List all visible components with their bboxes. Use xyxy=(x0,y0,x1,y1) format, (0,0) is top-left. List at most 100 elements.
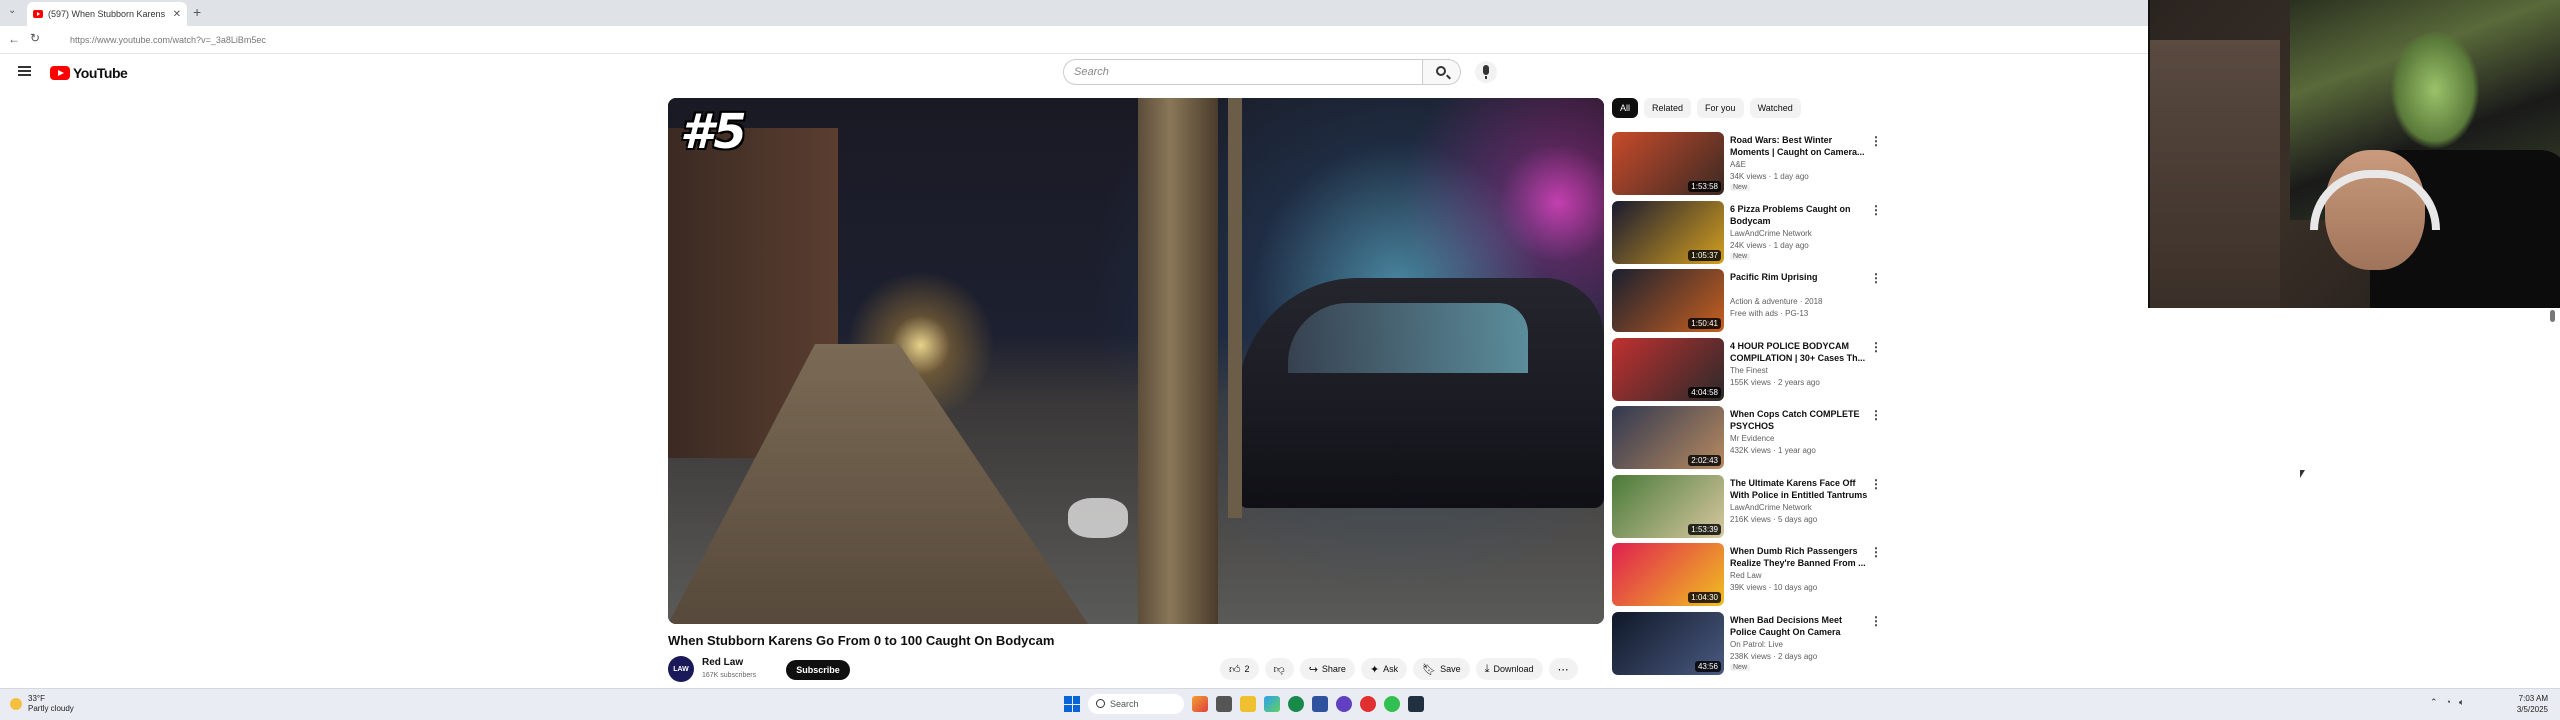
download-label: Download xyxy=(1493,664,1534,674)
recommendation-title[interactable]: Road Wars: Best Winter Moments | Caught … xyxy=(1730,134,1870,158)
recommendation-thumbnail[interactable]: 43:56 xyxy=(1612,611,1724,675)
chrome-browser-icon[interactable] xyxy=(1288,696,1304,712)
channel-avatar[interactable]: LAW xyxy=(668,656,694,682)
browser-tab-bar: ⌄ (597) When Stubborn Karens ✕ + xyxy=(0,0,2148,26)
dislike-button[interactable]: 👎︎ xyxy=(1264,658,1294,680)
more-vertical-icon[interactable]: ⋮ xyxy=(1870,408,1882,422)
recommendation-meta: 238K views · 2 days ago xyxy=(1730,651,1818,661)
recommendation-thumbnail[interactable]: 1:53:39 xyxy=(1612,474,1724,538)
download-icon: ⤓ xyxy=(1484,662,1490,675)
recommendation-title[interactable]: When Bad Decisions Meet Police Caught On… xyxy=(1730,614,1870,638)
recommendation-item[interactable]: 1:50:41 Pacific Rim Uprising Action & adve… xyxy=(1612,269,1892,335)
recommendation-thumbnail[interactable]: 1:04:30 xyxy=(1612,543,1724,606)
chip-related[interactable]: Related xyxy=(1644,98,1692,118)
recommendation-item[interactable]: 4:04:58 4 HOUR POLICE BODYCAM COMPILATION… xyxy=(1612,337,1892,404)
more-actions-button[interactable]: ⋯ xyxy=(1548,658,1578,680)
recommendation-item[interactable]: 1:53:58 Road Wars: Best Winter Moments | … xyxy=(1612,132,1892,198)
recommendation-item[interactable]: 1:05:37 6 Pizza Problems Caught on Bodyca… xyxy=(1612,200,1892,267)
video-utility-pole xyxy=(1138,98,1218,624)
channel-subscriber-count: 167K subscribers xyxy=(702,672,757,679)
recommendation-title[interactable]: Pacific Rim Uprising xyxy=(1730,271,1870,283)
search-icon xyxy=(1436,66,1446,76)
recommendation-thumbnail[interactable]: 1:53:58 xyxy=(1612,132,1724,195)
recommendation-title[interactable]: 4 HOUR POLICE BODYCAM COMPILATION | 30+ … xyxy=(1730,340,1870,364)
recommendation-item[interactable]: 1:04:30 When Dumb Rich Passengers Realize… xyxy=(1612,543,1892,609)
video-player[interactable]: #5 xyxy=(668,98,1604,624)
windows-start-icon[interactable] xyxy=(1064,696,1080,712)
recommendation-title[interactable]: The Ultimate Karens Face Off With Police… xyxy=(1730,477,1870,501)
taskbar-clock[interactable]: 7:03 AM 3/5/2025 xyxy=(2500,693,2548,715)
recommendation-channel: LawAndCrime Network xyxy=(1730,502,1812,512)
recommendation-title[interactable]: When Dumb Rich Passengers Realize They'r… xyxy=(1730,545,1870,569)
subscribe-button[interactable]: Subscribe xyxy=(786,660,850,680)
video-pole-cable xyxy=(1228,98,1242,518)
back-arrow-icon[interactable]: ← xyxy=(8,32,20,46)
new-badge: New xyxy=(1730,663,1751,671)
video-actions: 👍︎ 2 👎︎ ↪ Share ✦ Ask 🔖︎ Save ⤓ Download… xyxy=(1220,658,1578,680)
taskbar-search[interactable]: Search xyxy=(1088,694,1184,714)
search-input[interactable]: Search xyxy=(1063,59,1423,85)
recommendation-meta: Free with ads · PG-13 xyxy=(1730,309,1809,318)
new-tab-icon[interactable]: + xyxy=(193,4,201,20)
recommendation-item[interactable]: 2:02:43 When Cops Catch COMPLETE PSYCHOS M… xyxy=(1612,406,1892,472)
recommendation-thumbnail[interactable]: 1:05:37 xyxy=(1612,200,1724,264)
channel-name[interactable]: Red Law xyxy=(702,657,743,668)
clock-date: 3/5/2025 xyxy=(2516,705,2548,714)
chip-watched[interactable]: Watched xyxy=(1749,98,1801,118)
url-field[interactable]: https://www.youtube.com/watch?v=_3a8LiBm… xyxy=(50,31,2130,49)
widgets-app-icon[interactable] xyxy=(1192,696,1208,712)
recommendation-item[interactable]: 43:56 When Bad Decisions Meet Police Caug… xyxy=(1612,611,1892,678)
chip-all[interactable]: All xyxy=(1612,98,1639,118)
more-vertical-icon[interactable]: ⋮ xyxy=(1870,340,1882,354)
new-badge: New xyxy=(1730,184,1751,191)
tab-list-chevron-icon[interactable]: ⌄ xyxy=(8,5,16,16)
browser-tab-active[interactable]: (597) When Stubborn Karens ✕ xyxy=(27,2,187,26)
more-vertical-icon[interactable]: ⋮ xyxy=(1870,545,1882,559)
ask-button[interactable]: ✦ Ask xyxy=(1360,658,1408,680)
search-button[interactable] xyxy=(1423,59,1461,85)
like-button[interactable]: 👍︎ 2 xyxy=(1220,658,1259,680)
save-button[interactable]: 🔖︎ Save xyxy=(1413,658,1470,680)
recommendation-thumbnail[interactable]: 1:50:41 xyxy=(1612,269,1724,332)
tab-title: (597) When Stubborn Karens xyxy=(48,9,166,19)
youtube-play-icon xyxy=(50,66,70,80)
reload-icon[interactable]: ↻ xyxy=(30,31,40,45)
discord-icon[interactable] xyxy=(1336,696,1352,712)
recommendation-thumbnail[interactable]: 2:02:43 xyxy=(1612,406,1724,469)
scrollbar-thumb[interactable] xyxy=(2550,310,2555,322)
obs-icon[interactable] xyxy=(1360,696,1376,712)
recommendation-title[interactable]: When Cops Catch COMPLETE PSYCHOS xyxy=(1730,408,1870,432)
network-icon[interactable]: ◔ xyxy=(2446,697,2451,708)
recommendation-meta: 155K views · 2 years ago xyxy=(1730,377,1820,387)
tray-overflow-icon[interactable]: ⌃ xyxy=(2430,697,2438,708)
recommendation-thumbnail[interactable]: 4:04:58 xyxy=(1612,337,1724,401)
store-app-icon[interactable] xyxy=(1312,696,1328,712)
download-button[interactable]: ⤓ Download xyxy=(1475,658,1543,680)
more-vertical-icon[interactable]: ⋮ xyxy=(1870,271,1882,285)
video-duration: 43:56 xyxy=(1694,660,1721,672)
tab-close-icon[interactable]: ✕ xyxy=(173,9,181,20)
webcam-flag-leaf-graphic xyxy=(2390,30,2480,150)
task-view-icon[interactable] xyxy=(1216,696,1232,712)
edge-browser-icon[interactable] xyxy=(1264,696,1280,712)
chip-for-you[interactable]: For you xyxy=(1697,98,1744,118)
recommendation-channel: The Finest xyxy=(1730,365,1768,375)
steam-icon[interactable] xyxy=(1408,696,1424,712)
more-vertical-icon[interactable]: ⋮ xyxy=(1870,614,1882,628)
video-trash-bag xyxy=(1068,498,1128,538)
hamburger-menu-icon[interactable] xyxy=(18,66,31,76)
spotify-icon[interactable] xyxy=(1384,696,1400,712)
voice-search-button[interactable] xyxy=(1475,61,1497,83)
page-scrollbar[interactable] xyxy=(2549,310,2557,680)
recommendation-title[interactable]: 6 Pizza Problems Caught on Bodycam xyxy=(1730,203,1870,227)
share-button[interactable]: ↪ Share xyxy=(1299,658,1355,680)
youtube-logo[interactable]: YouTube xyxy=(50,65,128,81)
recommendation-channel: Red Law xyxy=(1730,571,1762,580)
weather-widget[interactable]: 33°F Partly cloudy xyxy=(10,694,74,714)
volume-icon[interactable]: 🔈︎ xyxy=(2459,697,2464,708)
more-vertical-icon[interactable]: ⋮ xyxy=(1870,477,1882,491)
recommendation-item[interactable]: 1:53:39 The Ultimate Karens Face Off With… xyxy=(1612,474,1892,541)
file-explorer-icon[interactable] xyxy=(1240,696,1256,712)
more-vertical-icon[interactable]: ⋮ xyxy=(1870,134,1882,148)
more-vertical-icon[interactable]: ⋮ xyxy=(1870,203,1882,217)
